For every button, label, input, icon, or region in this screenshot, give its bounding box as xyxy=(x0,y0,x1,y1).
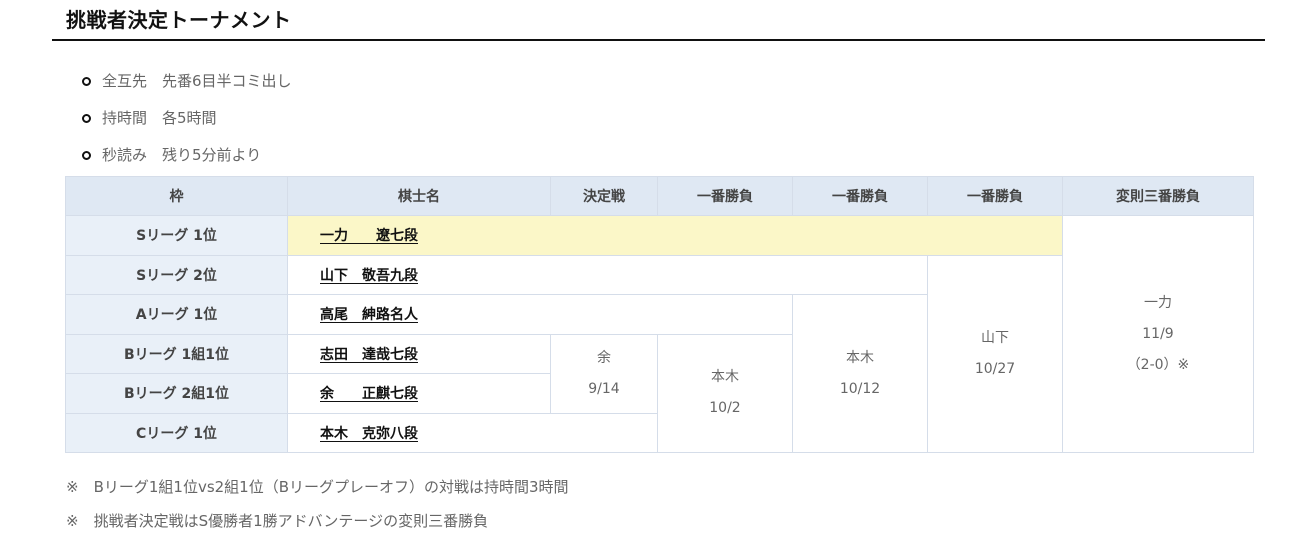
header-playoff: 決定戦 xyxy=(550,176,658,216)
player-cell: 志田 達哉七段 xyxy=(287,333,551,374)
player-cell: 高尾 紳路名人 xyxy=(287,294,793,335)
player-link[interactable]: 志田 達哉七段 xyxy=(320,347,418,363)
slot-cell: Bリーグ 2組1位 xyxy=(65,373,288,414)
rule-item: 秒読み 残り5分前より xyxy=(82,142,292,179)
slot-cell: Sリーグ 1位 xyxy=(65,215,288,256)
player-cell: 一力 遼七段 xyxy=(287,215,1063,256)
page-title: 挑戦者決定トーナメント xyxy=(66,8,292,32)
playoff-date: 9/14 xyxy=(588,380,620,397)
slot-cell: Sリーグ 2位 xyxy=(65,254,288,295)
round1-date: 10/2 xyxy=(709,400,741,417)
final-score: （2-0）※ xyxy=(1126,356,1190,373)
player-link[interactable]: 高尾 紳路名人 xyxy=(320,307,418,323)
final-result-cell: 一力 11/9 （2-0）※ xyxy=(1062,215,1254,453)
player-link[interactable]: 一力 遼七段 xyxy=(320,228,418,244)
rules-list: 全互先 先番6目半コミ出し 持時間 各5時間 秒読み 残り5分前より xyxy=(82,68,292,179)
tournament-bracket-table: 枠 棋士名 決定戦 一番勝負 一番勝負 一番勝負 変則三番勝負 Sリーグ 1位 … xyxy=(65,176,1254,453)
bullet-icon xyxy=(82,77,91,86)
player-cell: 山下 敬吾九段 xyxy=(287,254,928,295)
playoff-result-cell: 余 9/14 xyxy=(550,333,658,414)
final-date: 11/9 xyxy=(1142,325,1174,342)
player-cell: 余 正麒七段 xyxy=(287,373,551,414)
table-header-row: 枠 棋士名 決定戦 一番勝負 一番勝負 一番勝負 変則三番勝負 xyxy=(65,176,1254,216)
player-link[interactable]: 本木 克弥八段 xyxy=(320,426,418,442)
player-cell: 本木 克弥八段 xyxy=(287,412,658,453)
player-link[interactable]: 山下 敬吾九段 xyxy=(320,268,418,284)
header-player: 棋士名 xyxy=(287,176,551,216)
round1-result-cell: 本木 10/2 xyxy=(657,333,793,453)
playoff-winner: 余 xyxy=(597,349,611,366)
rule-item: 持時間 各5時間 xyxy=(82,105,292,142)
footnote: ※ 挑戦者決定戦はS優勝者1勝アドバンテージの変則三番勝負 xyxy=(66,512,489,530)
slot-cell: Aリーグ 1位 xyxy=(65,294,288,335)
header-round1: 一番勝負 xyxy=(657,176,793,216)
footnotes: ※ Bリーグ1組1位vs2組1位（Bリーグプレーオフ）の対戦は持時間3時間 ※ … xyxy=(66,474,569,542)
bullet-icon xyxy=(82,114,91,123)
round2-result-cell: 本木 10/12 xyxy=(792,294,928,453)
header-slot: 枠 xyxy=(65,176,288,216)
slot-cell: Cリーグ 1位 xyxy=(65,412,288,453)
round2-winner: 本木 xyxy=(846,349,874,366)
round3-winner: 山下 xyxy=(981,329,1009,346)
header-final: 変則三番勝負 xyxy=(1062,176,1254,216)
title-divider xyxy=(52,39,1265,41)
slot-cell: Bリーグ 1組1位 xyxy=(65,333,288,374)
rule-item: 全互先 先番6目半コミ出し xyxy=(82,68,292,105)
footnote: ※ Bリーグ1組1位vs2組1位（Bリーグプレーオフ）の対戦は持時間3時間 xyxy=(66,478,569,496)
round2-date: 10/12 xyxy=(839,380,881,397)
round1-winner: 本木 xyxy=(711,369,739,386)
table-row: Sリーグ 1位 一力 遼七段 一力 11/9 （2-0）※ xyxy=(65,215,1254,453)
header-round3: 一番勝負 xyxy=(927,176,1063,216)
final-winner: 一力 xyxy=(1144,294,1172,311)
player-link[interactable]: 余 正麒七段 xyxy=(320,386,418,402)
round3-date: 10/27 xyxy=(974,360,1016,377)
header-round2: 一番勝負 xyxy=(792,176,928,216)
bullet-icon xyxy=(82,151,91,160)
round3-result-cell: 山下 10/27 xyxy=(927,254,1063,453)
